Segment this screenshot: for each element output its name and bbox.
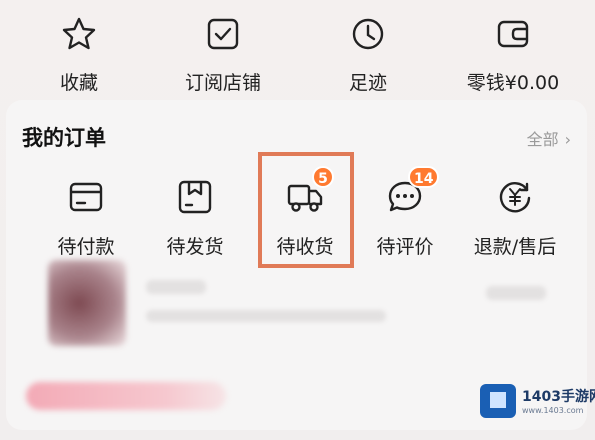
orders-title: 我的订单	[22, 126, 106, 150]
card-icon	[69, 182, 103, 212]
quick-actions-row: 收藏 订阅店铺 足迹 零钱¥0.00	[0, 0, 595, 100]
wallet-icon	[497, 20, 529, 48]
footprint-button[interactable]: 足迹	[308, 10, 428, 94]
footprint-label: 足迹	[348, 72, 387, 94]
wallet-balance-label: 零钱¥0.00	[466, 72, 560, 94]
wallet-button[interactable]: 零钱¥0.00	[453, 10, 573, 94]
all-orders-label: 全部	[526, 130, 559, 149]
refund-icon	[499, 182, 531, 213]
pending-shipment-label: 待发货	[166, 236, 224, 258]
favorites-label: 收藏	[59, 72, 98, 94]
box-icon	[178, 180, 212, 214]
clock-icon	[352, 18, 384, 50]
order-text-placeholder	[486, 286, 546, 300]
watermark-url: www.1403.com	[522, 406, 584, 415]
promo-bar[interactable]	[26, 382, 226, 410]
cube-icon	[490, 392, 506, 408]
order-thumbnail[interactable]	[48, 260, 126, 346]
pending-payment-label: 待付款	[57, 236, 115, 258]
site-watermark: 1403手游网 www.1403.com	[474, 378, 595, 428]
pending-shipment-button[interactable]: 待发货	[140, 170, 250, 260]
chat-icon-wrap: 14	[384, 166, 440, 218]
star-icon	[62, 17, 96, 50]
chevron-right-icon: ›	[564, 130, 571, 149]
all-orders-link[interactable]: 全部 ›	[527, 126, 571, 150]
refund-aftersale-label: 退款/售后	[473, 236, 557, 258]
pending-review-badge: 14	[408, 166, 440, 188]
subscribed-shops-button[interactable]: 订阅店铺	[163, 10, 283, 94]
pending-review-button[interactable]: 14 待评价	[350, 166, 460, 260]
refund-aftersale-button[interactable]: 退款/售后	[460, 170, 570, 260]
pending-payment-button[interactable]: 待付款	[31, 170, 141, 260]
highlight-frame	[258, 152, 354, 268]
order-text-placeholder	[146, 310, 386, 322]
watermark-name: 1403手游网	[522, 389, 595, 405]
subscribed-shops-label: 订阅店铺	[184, 72, 261, 94]
order-text-placeholder	[146, 280, 206, 294]
favorites-button[interactable]: 收藏	[19, 10, 139, 94]
pending-review-label: 待评价	[376, 236, 434, 258]
checkbox-icon	[207, 18, 239, 50]
